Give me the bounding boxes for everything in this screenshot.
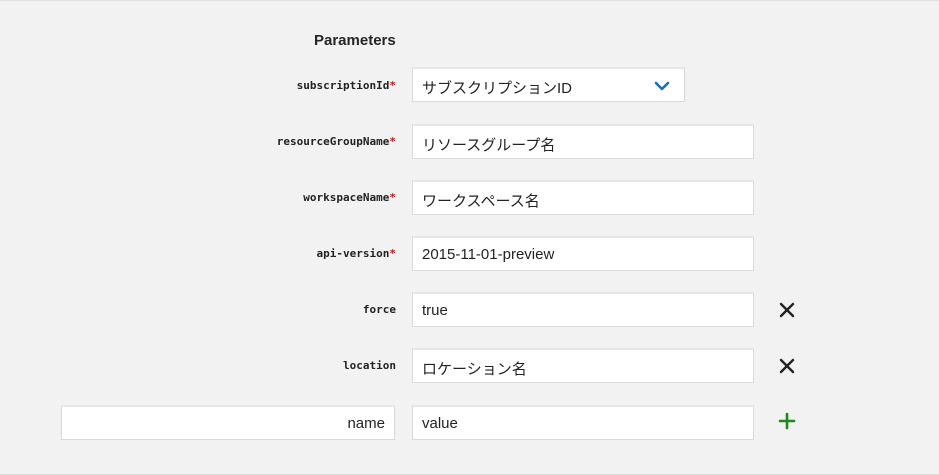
resource-group-name-label-text: resourceGroupName: [276, 135, 390, 148]
subscription-id-label-text: subscriptionId: [296, 79, 390, 92]
location-label: location: [343, 359, 396, 372]
new-param-name-input[interactable]: name: [61, 405, 395, 440]
resource-group-name-value: リソースグループ名: [422, 137, 556, 154]
api-version-input[interactable]: 2015-11-01-preview: [412, 236, 754, 271]
subscription-id-value: サブスクリプションID: [422, 80, 573, 97]
close-icon[interactable]: [777, 300, 797, 320]
section-title: Parameters: [314, 32, 396, 49]
required-marker: *: [389, 79, 396, 92]
workspace-name-label-text: workspaceName: [303, 191, 390, 204]
close-icon[interactable]: [777, 356, 797, 376]
parameters-panel: Parameters subscriptionId* サブスクリプションID r…: [0, 0, 939, 475]
chevron-down-icon[interactable]: [654, 79, 670, 93]
workspace-name-input[interactable]: ワークスペース名: [412, 180, 754, 215]
force-value: true: [422, 302, 448, 319]
new-param-name-placeholder: name: [347, 415, 385, 432]
force-label: force: [363, 303, 396, 316]
resource-group-name-input[interactable]: リソースグループ名: [412, 124, 754, 159]
plus-icon[interactable]: [777, 411, 797, 431]
new-param-value-placeholder: value: [422, 415, 458, 432]
force-label-text: force: [362, 303, 396, 316]
new-param-value-input[interactable]: value: [412, 405, 754, 440]
api-version-label: api-version*: [317, 247, 396, 260]
workspace-name-value: ワークスペース名: [422, 193, 540, 210]
resource-group-name-label: resourceGroupName*: [277, 135, 396, 148]
workspace-name-label: workspaceName*: [303, 191, 396, 204]
location-label-text: location: [343, 359, 396, 372]
location-value: ロケーション名: [422, 361, 527, 378]
required-marker: *: [389, 191, 396, 204]
force-input[interactable]: true: [412, 292, 754, 327]
subscription-id-label: subscriptionId*: [297, 79, 396, 92]
location-input[interactable]: ロケーション名: [412, 348, 754, 383]
required-marker: *: [389, 247, 396, 260]
api-version-label-text: api-version: [316, 247, 390, 260]
api-version-value: 2015-11-01-preview: [422, 246, 555, 263]
subscription-id-select[interactable]: サブスクリプションID: [412, 67, 685, 102]
required-marker: *: [389, 135, 396, 148]
